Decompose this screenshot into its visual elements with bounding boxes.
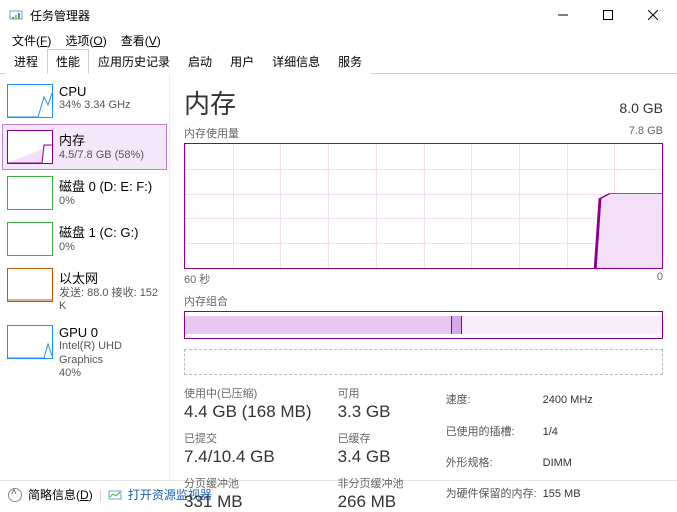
x-axis-left: 60 秒	[184, 271, 210, 287]
resource-monitor-icon	[108, 488, 122, 502]
sidebar-item-cpu[interactable]: CPU34% 3.34 GHz	[2, 78, 167, 124]
detail-hw-reserved: 155 MB	[543, 481, 613, 510]
sidebar-item-label: 内存	[59, 130, 144, 149]
memory-composition-chart	[184, 311, 663, 339]
sidebar-item-label: 以太网	[59, 268, 160, 287]
tab-users[interactable]: 用户	[221, 49, 263, 74]
stat-paged: 331 MB	[184, 492, 312, 512]
tab-bar: 进程 性能 应用历史记录 启动 用户 详细信息 服务	[0, 50, 677, 74]
sidebar: CPU34% 3.34 GHz 内存4.5/7.8 GB (58%) 磁盘 0 …	[0, 74, 170, 480]
tab-performance[interactable]: 性能	[47, 49, 89, 74]
stat-nonpaged: 266 MB	[338, 492, 404, 512]
page-title: 内存	[184, 84, 236, 121]
memory-usage-chart	[184, 143, 663, 269]
titlebar: 任务管理器	[0, 0, 677, 30]
app-icon	[8, 7, 24, 23]
menubar: 文件(F) 选项(O) 查看(V)	[0, 30, 677, 50]
tab-processes[interactable]: 进程	[5, 49, 47, 74]
window-title: 任务管理器	[30, 7, 90, 24]
memory-details-table: 速度:2400 MHz 已使用的插槽:1/4 外形规格:DIMM 为硬件保留的内…	[444, 385, 615, 512]
sidebar-item-memory[interactable]: 内存4.5/7.8 GB (58%)	[2, 124, 167, 170]
sidebar-item-gpu[interactable]: GPU 0Intel(R) UHD Graphics 40%	[2, 319, 167, 386]
stats-grid: 使用中(已压缩)4.4 GB (168 MB) 可用3.3 GB 已提交7.4/…	[184, 385, 404, 512]
detail-speed: 2400 MHz	[543, 387, 613, 416]
usage-chart-label: 内存使用量	[184, 125, 239, 141]
menu-view[interactable]: 查看(V)	[115, 30, 167, 51]
detail-form: DIMM	[543, 450, 613, 479]
fewer-details-button[interactable]: 简略信息(D)	[28, 486, 93, 503]
stat-inuse: 4.4 GB (168 MB)	[184, 402, 312, 422]
tab-services[interactable]: 服务	[329, 49, 371, 74]
sidebar-item-label: CPU	[59, 84, 131, 99]
minimize-button[interactable]	[540, 0, 585, 30]
disk0-thumb-chart	[7, 176, 53, 210]
sidebar-item-label: 磁盘 1 (C: G:)	[59, 222, 138, 241]
menu-options[interactable]: 选项(O)	[59, 30, 112, 51]
sidebar-item-label: GPU 0	[59, 325, 160, 340]
sidebar-item-ethernet[interactable]: 以太网发送: 88.0 接收: 152 K	[2, 262, 167, 319]
legend-placeholder	[184, 349, 663, 375]
gpu-thumb-chart	[7, 325, 53, 359]
close-button[interactable]	[630, 0, 675, 30]
sidebar-item-label: 磁盘 0 (D: E: F:)	[59, 176, 152, 195]
sidebar-item-disk1[interactable]: 磁盘 1 (C: G:)0%	[2, 216, 167, 262]
cpu-thumb-chart	[7, 84, 53, 118]
x-axis-right: 0	[657, 271, 663, 287]
stat-available: 3.3 GB	[338, 402, 404, 422]
tab-app-history[interactable]: 应用历史记录	[89, 49, 179, 74]
disk1-thumb-chart	[7, 222, 53, 256]
maximize-button[interactable]	[585, 0, 630, 30]
main-panel: 内存 8.0 GB 内存使用量7.8 GB 60 秒0 内存组合 使用中(已压缩…	[170, 74, 677, 480]
collapse-icon[interactable]	[8, 488, 22, 502]
stat-cached: 3.4 GB	[338, 447, 404, 467]
detail-slots: 1/4	[543, 418, 613, 447]
tab-startup[interactable]: 启动	[179, 49, 221, 74]
usage-chart-max: 7.8 GB	[629, 125, 663, 141]
tab-details[interactable]: 详细信息	[263, 49, 329, 74]
stat-committed: 7.4/10.4 GB	[184, 447, 312, 467]
menu-file[interactable]: 文件(F)	[6, 30, 57, 51]
sidebar-item-disk0[interactable]: 磁盘 0 (D: E: F:)0%	[2, 170, 167, 216]
composition-label: 内存组合	[184, 293, 663, 309]
total-memory: 8.0 GB	[619, 100, 663, 116]
eth-thumb-chart	[7, 268, 53, 302]
memory-thumb-chart	[7, 130, 53, 164]
